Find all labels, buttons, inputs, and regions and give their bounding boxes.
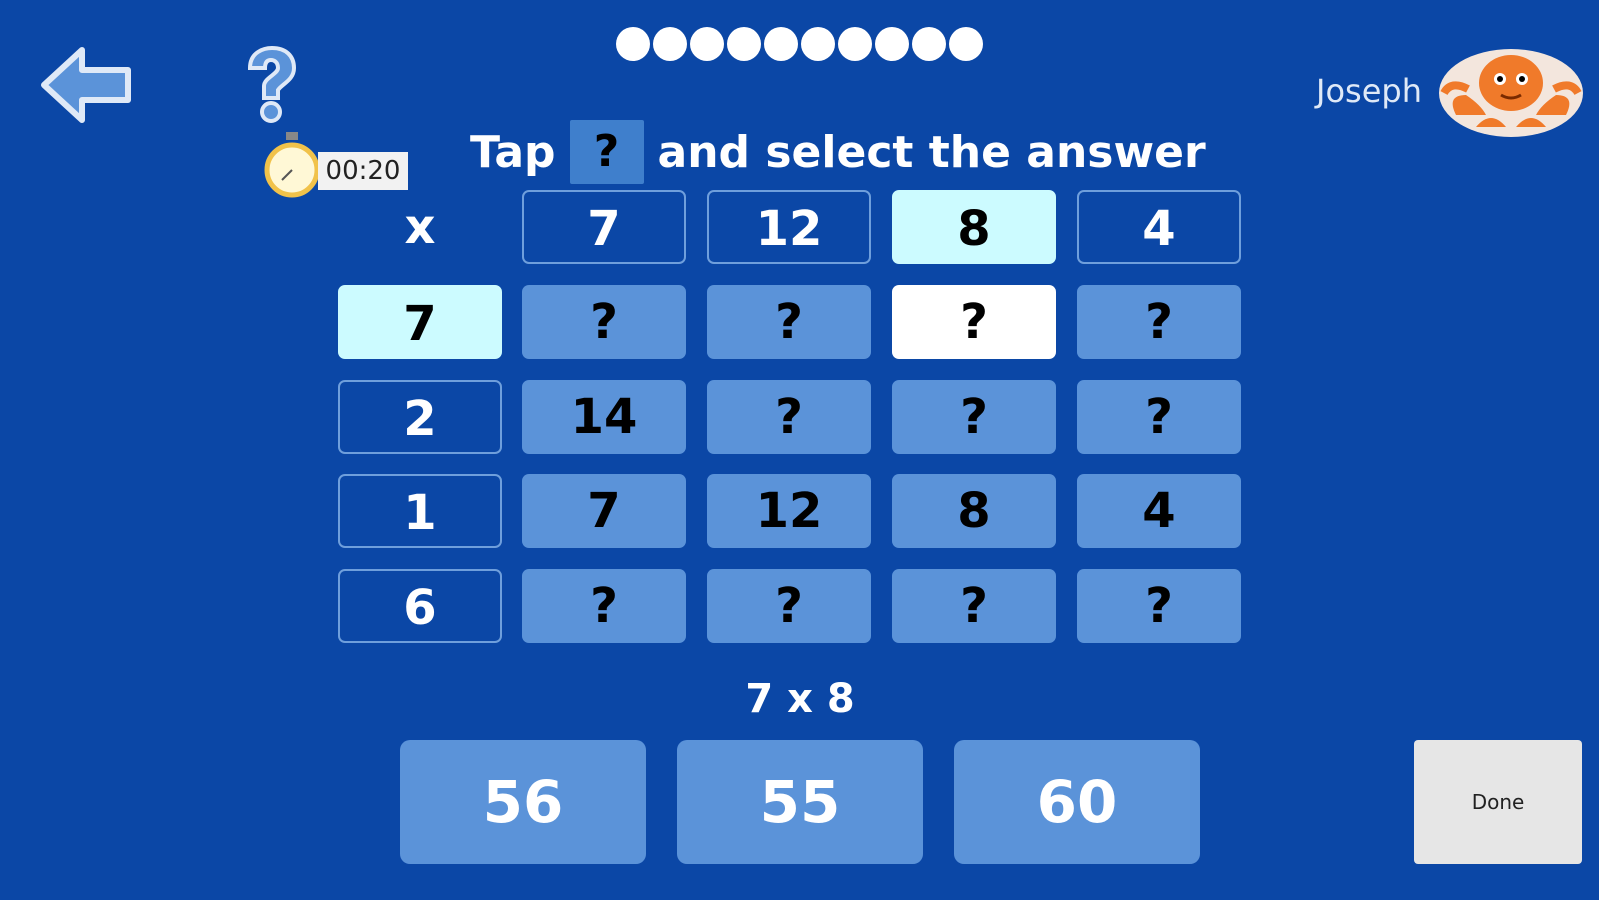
progress-dot <box>616 27 650 61</box>
answer-option[interactable]: 60 <box>954 740 1200 864</box>
row-header: 7 <box>338 285 502 359</box>
progress-dot <box>801 27 835 61</box>
instruction: Tap ? and select the answer <box>470 118 1206 186</box>
row-header: 2 <box>338 380 502 454</box>
grid-cell[interactable]: 4 <box>1077 474 1241 548</box>
column-header: 4 <box>1077 190 1241 264</box>
progress-dot <box>949 27 983 61</box>
grid-cell[interactable]: ? <box>707 285 871 359</box>
grid-cell[interactable]: 12 <box>707 474 871 548</box>
progress-dot <box>764 27 798 61</box>
grid-cell[interactable]: ? <box>892 285 1056 359</box>
progress-dots <box>616 27 986 61</box>
grid-cell[interactable]: ? <box>892 380 1056 454</box>
stopwatch-icon <box>264 130 320 200</box>
column-header: 12 <box>707 190 871 264</box>
row-header: 1 <box>338 474 502 548</box>
instruction-text-before: Tap <box>470 126 556 178</box>
current-equation: 7 x 8 <box>745 676 855 722</box>
progress-dot <box>653 27 687 61</box>
question-mark-icon <box>247 45 297 123</box>
grid-cell[interactable]: ? <box>522 569 686 643</box>
grid-cell[interactable]: 8 <box>892 474 1056 548</box>
grid-cell[interactable]: ? <box>1077 569 1241 643</box>
progress-dot <box>690 27 724 61</box>
grid-cell[interactable]: ? <box>1077 285 1241 359</box>
back-arrow-icon <box>41 47 131 123</box>
progress-dot <box>912 27 946 61</box>
progress-dot <box>727 27 761 61</box>
instruction-marker: ? <box>569 120 644 184</box>
operator-label: x <box>404 199 436 255</box>
column-header: 8 <box>892 190 1056 264</box>
timer-display: 00:20 <box>318 152 408 190</box>
row-header: 6 <box>338 569 502 643</box>
column-header: 7 <box>522 190 686 264</box>
grid-cell[interactable]: ? <box>1077 380 1241 454</box>
grid-cell[interactable]: 7 <box>522 474 686 548</box>
grid-cell[interactable]: ? <box>892 569 1056 643</box>
grid-cell[interactable]: 14 <box>522 380 686 454</box>
octopus-icon[interactable] <box>1436 45 1586 140</box>
grid-cell[interactable]: ? <box>707 569 871 643</box>
answer-option[interactable]: 55 <box>677 740 923 864</box>
progress-dot <box>875 27 909 61</box>
instruction-text-after: and select the answer <box>657 126 1206 178</box>
progress-dot <box>838 27 872 61</box>
done-button[interactable]: Done <box>1414 740 1582 864</box>
grid-cell[interactable]: ? <box>707 380 871 454</box>
grid-cell[interactable]: ? <box>522 285 686 359</box>
answer-option[interactable]: 56 <box>400 740 646 864</box>
user-name: Joseph <box>1316 72 1422 110</box>
help-button[interactable] <box>240 44 302 126</box>
back-button[interactable] <box>38 44 134 126</box>
